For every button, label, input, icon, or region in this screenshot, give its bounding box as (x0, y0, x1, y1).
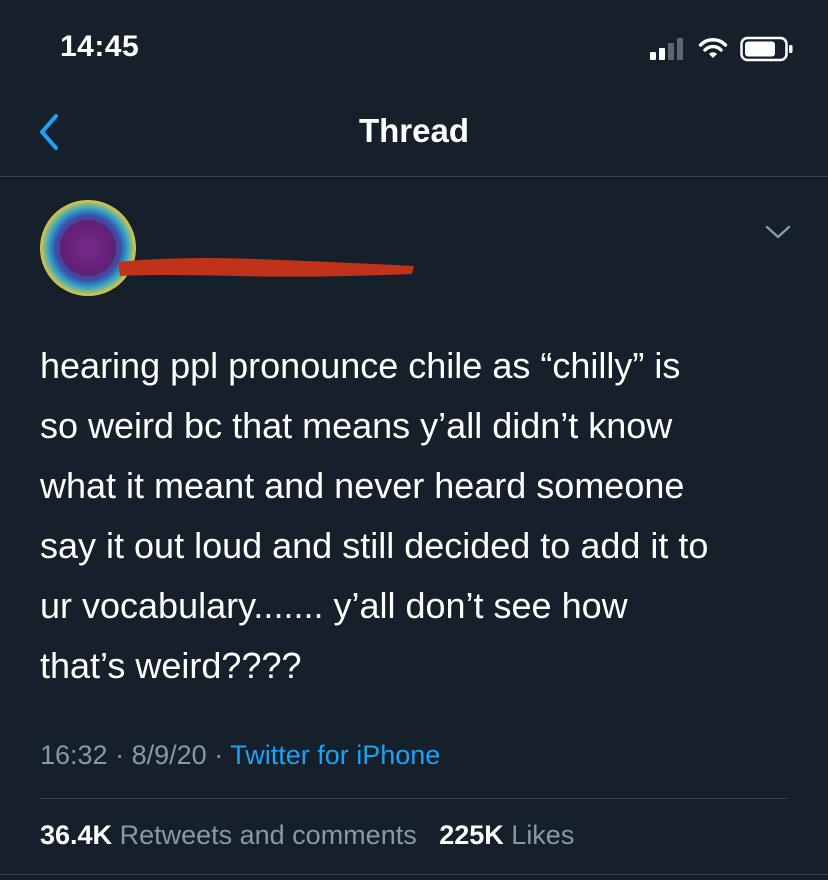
avatar-center (60, 220, 116, 276)
redacted-username (118, 258, 414, 277)
status-time: 14:45 (60, 30, 140, 63)
tweet-stats: 36.4K Retweets and comments 225K Likes (40, 820, 574, 851)
tweet-text: hearing ppl pronounce chile as “chilly” … (40, 345, 709, 686)
likes-count: 225K (439, 820, 504, 850)
tweet-time: 16:32 (40, 740, 108, 770)
tweet-date: 8/9/20 (131, 740, 207, 770)
divider-bottom (0, 874, 828, 875)
status-icons (650, 36, 794, 62)
page-title: Thread (358, 112, 470, 149)
retweets-label: Retweets and comments (119, 820, 417, 850)
likes-stat[interactable]: 225K Likes (439, 820, 574, 850)
tweet-meta: 16:32 · 8/9/20 · Twitter for iPhone (40, 740, 440, 771)
signal-icon (650, 38, 683, 60)
retweets-stat[interactable]: 36.4K Retweets and comments (40, 820, 417, 850)
tweet-source-link[interactable]: Twitter for iPhone (230, 740, 440, 770)
nav-bar: Thread (0, 90, 828, 177)
divider (40, 798, 788, 799)
retweets-count: 36.4K (40, 820, 113, 850)
chevron-down-icon[interactable] (764, 222, 792, 242)
meta-separator-2: · (214, 740, 224, 770)
meta-separator: · (115, 740, 125, 770)
battery-icon (740, 36, 793, 62)
status-bar: 14:45 (0, 0, 828, 90)
likes-label: Likes (511, 820, 575, 850)
wifi-icon (698, 38, 728, 58)
